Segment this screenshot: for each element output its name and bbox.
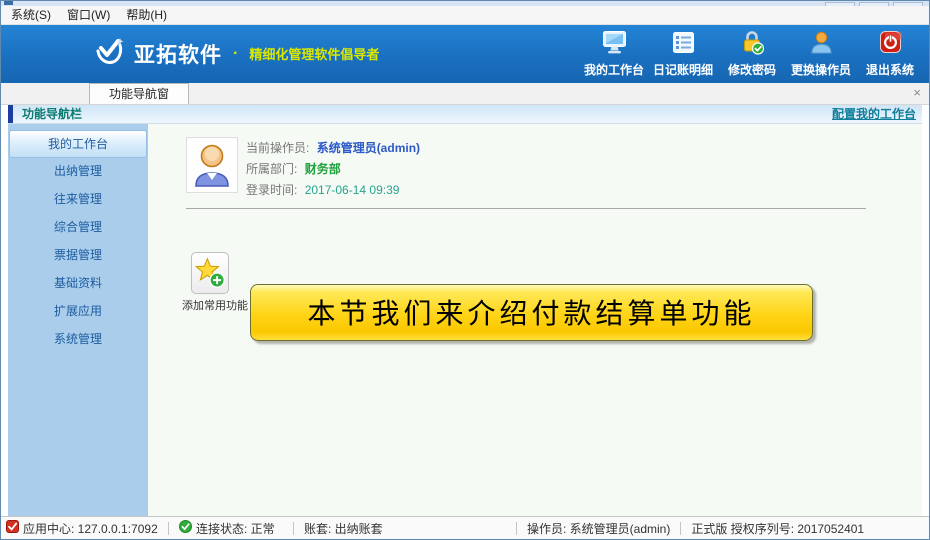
sidebar-item-system-management[interactable]: 系统管理 xyxy=(9,326,147,354)
close-icon[interactable]: × xyxy=(913,86,921,99)
window-app-icon xyxy=(4,1,13,5)
panel-accent-bar xyxy=(8,104,13,123)
sidebar-item-basic-data[interactable]: 基础资料 xyxy=(9,270,147,298)
toolbar-change-password-button[interactable]: 修改密码 xyxy=(721,30,783,78)
configure-workspace-link[interactable]: 配置我的工作台 xyxy=(832,105,916,122)
add-favorite-function-button[interactable]: 添加常用功能 xyxy=(182,252,238,313)
workspace-main: 当前操作员: 系统管理员(admin) 所属部门: 财务部 登录时间: 2017… xyxy=(148,124,922,516)
status-operator: 操作员: 系统管理员(admin) xyxy=(527,520,670,537)
star-plus-icon xyxy=(191,252,229,294)
app-window: 系统(S) 窗口(W) 帮助(H) 亚拓软件 · 精细化管理软件倡导者 xyxy=(0,0,930,540)
toolbar-switch-operator-button[interactable]: 更换操作员 xyxy=(790,30,852,78)
status-license: 正式版 授权序列号: 2017052401 xyxy=(691,520,864,537)
toolbar-my-workspace-button[interactable]: 我的工作台 xyxy=(583,30,645,78)
brand-slogan: 精细化管理软件倡导者 xyxy=(249,44,379,63)
brand-block: 亚拓软件 · 精细化管理软件倡导者 xyxy=(1,35,379,72)
menu-item-help[interactable]: 帮助(H) xyxy=(126,6,167,23)
status-separator xyxy=(680,522,681,535)
nav-sidebar: 我的工作台 出纳管理 往来管理 综合管理 票据管理 基础资料 扩展应用 系统管理 xyxy=(8,124,148,516)
user-info-block: 当前操作员: 系统管理员(admin) 所属部门: 财务部 登录时间: 2017… xyxy=(246,138,420,201)
tab-function-navigator[interactable]: 功能导航窗 xyxy=(89,83,189,104)
status-separator xyxy=(168,522,169,535)
status-account-set: 账套: 出纳账套 xyxy=(304,520,446,537)
window-control-buttons[interactable] xyxy=(825,2,923,6)
sidebar-item-extended-apps[interactable]: 扩展应用 xyxy=(9,298,147,326)
department-row: 所属部门: 财务部 xyxy=(246,159,420,180)
sidebar-item-comprehensive-management[interactable]: 综合管理 xyxy=(9,214,147,242)
tab-strip: 功能导航窗 × xyxy=(1,83,929,105)
power-icon xyxy=(877,30,904,58)
current-operator-row: 当前操作员: 系统管理员(admin) xyxy=(246,138,420,159)
nav-panel-header: 功能导航栏 配置我的工作台 xyxy=(8,105,922,124)
add-favorite-label: 添加常用功能 xyxy=(182,297,238,313)
window-titlebar xyxy=(1,1,929,6)
tutorial-banner-text: 本节我们来介绍付款结算单功能 xyxy=(307,292,755,332)
connection-ok-icon xyxy=(179,520,192,536)
brand-separator: · xyxy=(233,45,238,63)
password-lock-icon xyxy=(739,30,766,58)
header-toolbar: 我的工作台 日记账明细 xyxy=(583,30,929,78)
login-time-value: 2017-06-14 09:39 xyxy=(305,183,400,197)
status-app-center: 应用中心: 127.0.0.1:7092 xyxy=(6,520,158,537)
sidebar-item-bill-management[interactable]: 票据管理 xyxy=(9,242,147,270)
body-row: 我的工作台 出纳管理 往来管理 综合管理 票据管理 基础资料 扩展应用 系统管理… xyxy=(8,124,922,516)
monitor-icon xyxy=(601,30,628,58)
sidebar-item-contacts-management[interactable]: 往来管理 xyxy=(9,186,147,214)
ledger-icon xyxy=(670,30,697,58)
switch-user-icon xyxy=(808,30,835,58)
nav-panel-title: 功能导航栏 xyxy=(22,105,82,122)
menu-bar: 系统(S) 窗口(W) 帮助(H) xyxy=(1,6,929,25)
sidebar-item-my-workspace[interactable]: 我的工作台 xyxy=(9,130,147,158)
status-separator xyxy=(293,522,294,535)
toolbar-journal-detail-button[interactable]: 日记账明细 xyxy=(652,30,714,78)
toolbar-exit-system-button[interactable]: 退出系统 xyxy=(859,30,921,78)
app-center-icon xyxy=(6,520,19,536)
status-connection: 连接状态: 正常 xyxy=(179,520,283,537)
app-header: 亚拓软件 · 精细化管理软件倡导者 我的工作台 xyxy=(1,25,929,83)
status-bar: 应用中心: 127.0.0.1:7092 连接状态: 正常 账套: 出纳账套 操… xyxy=(1,516,929,539)
current-operator-value: 系统管理员(admin) xyxy=(317,141,420,155)
status-separator xyxy=(516,522,517,535)
yatuo-logo-icon xyxy=(91,35,125,72)
brand-name: 亚拓软件 xyxy=(134,39,222,69)
department-value: 财务部 xyxy=(305,162,341,176)
menu-item-window[interactable]: 窗口(W) xyxy=(67,6,110,23)
sidebar-item-cashier-management[interactable]: 出纳管理 xyxy=(9,158,147,186)
login-time-row: 登录时间: 2017-06-14 09:39 xyxy=(246,180,420,201)
tutorial-banner: 本节我们来介绍付款结算单功能 xyxy=(250,284,813,341)
avatar xyxy=(186,137,238,193)
menu-item-system[interactable]: 系统(S) xyxy=(11,6,51,23)
section-divider xyxy=(186,208,866,209)
